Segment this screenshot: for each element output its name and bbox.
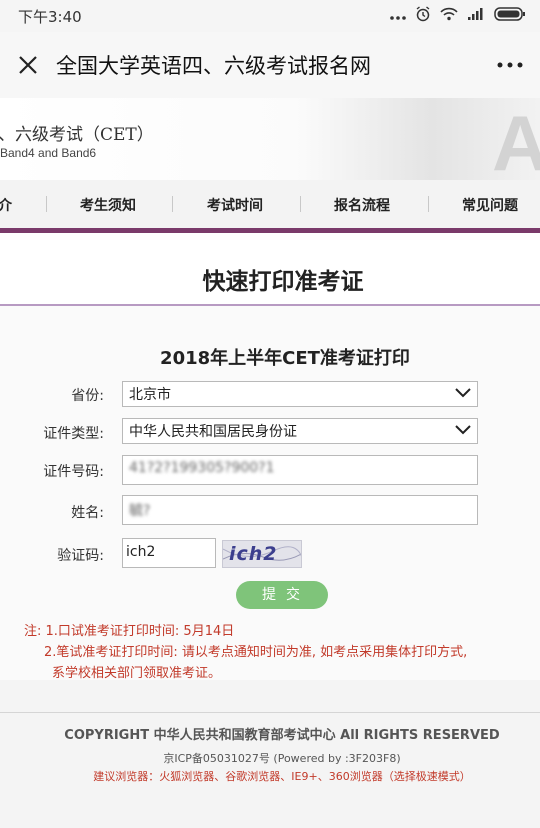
captcha-field[interactable]: ich2 xyxy=(122,538,216,568)
nav-divider xyxy=(428,196,429,212)
section-headline: 快速打印准考证 xyxy=(202,269,364,295)
nav-item-faq[interactable]: 常见问题 xyxy=(462,195,518,215)
alarm-icon xyxy=(415,6,431,26)
province-value: 北京市 xyxy=(129,387,171,403)
footer-divider xyxy=(0,712,540,713)
province-select[interactable]: 北京市 xyxy=(122,381,478,407)
note-line-2: 2.笔试准考证打印时间: 请以考点通知时间为准, 如考点采用集体打印方式, xyxy=(44,645,468,660)
captcha-value: ich2 xyxy=(126,544,156,560)
notes: 注: 1.口试准考证打印时间: 5月14日 2.笔试准考证打印时间: 请以考点通… xyxy=(24,621,540,684)
captcha-image[interactable]: ich2 xyxy=(222,540,302,568)
wifi-icon xyxy=(440,7,458,25)
status-bar: 下午3:40 xyxy=(0,0,540,32)
signal-icon xyxy=(467,7,485,25)
nav-divider xyxy=(46,196,47,212)
form-title: 2018年上半年CET准考证打印 xyxy=(160,348,410,369)
page-title: 全国大学英语四、六级考试报名网 xyxy=(56,54,371,78)
banner-logo: A xyxy=(492,99,540,180)
id-type-select[interactable]: 中华人民共和国居民身份证 xyxy=(122,418,478,444)
more-dots-icon xyxy=(390,7,406,25)
nav-item-intro[interactable]: 介 xyxy=(0,195,12,215)
nav-divider xyxy=(172,196,173,212)
province-label: 省份: xyxy=(71,388,104,404)
nav-divider xyxy=(300,196,301,212)
banner-subtitle: Band4 and Band6 xyxy=(0,146,97,160)
banner-title: 、六级考试（CET） xyxy=(0,125,154,145)
id-number-value: 41?2?199305?900?1 xyxy=(129,460,275,476)
nav-item-notice[interactable]: 考生须知 xyxy=(80,195,136,215)
more-icon[interactable] xyxy=(480,32,540,98)
main-nav: 介 考生须知 考试时间 报名流程 常见问题 xyxy=(0,180,540,228)
nav-item-process[interactable]: 报名流程 xyxy=(334,195,390,215)
captcha-image-text: ich2 xyxy=(229,543,278,565)
submit-button[interactable]: 提交 xyxy=(236,581,328,609)
chevron-down-icon xyxy=(455,386,471,402)
nav-item-exam-time[interactable]: 考试时间 xyxy=(207,195,263,215)
footer-copyright: COPYRIGHT 中华人民共和国教育部考试中心 All RIGHTS RESE… xyxy=(64,728,500,743)
title-bar: 全国大学英语四、六级考试报名网 xyxy=(0,32,540,98)
captcha-label: 验证码: xyxy=(57,548,104,564)
name-field[interactable]: 毓? xyxy=(122,495,478,525)
id-type-value: 中华人民共和国居民身份证 xyxy=(129,424,297,440)
battery-icon xyxy=(494,7,526,25)
id-number-label: 证件号码: xyxy=(43,464,104,480)
status-time: 下午3:40 xyxy=(18,7,82,26)
footer-icp: 京ICP备05031027号 (Powered by :3F203F8) xyxy=(163,752,401,765)
id-type-label: 证件类型: xyxy=(43,426,104,442)
footer-browser-tip: 建议浏览器：火狐浏览器、谷歌浏览器、IE9+、360浏览器（选择极速模式） xyxy=(93,770,471,783)
chevron-down-icon xyxy=(455,423,471,439)
name-label: 姓名: xyxy=(71,505,104,521)
site-banner: 、六级考试（CET） Band4 and Band6 A xyxy=(0,98,540,180)
close-icon[interactable] xyxy=(0,32,56,98)
name-value: 毓? xyxy=(129,503,151,519)
status-icons xyxy=(390,6,526,26)
note-line-1: 注: 1.口试准考证打印时间: 5月14日 xyxy=(24,624,235,639)
id-number-field[interactable]: 41?2?199305?900?1 xyxy=(122,455,478,485)
footer: COPYRIGHT 中华人民共和国教育部考试中心 All RIGHTS RESE… xyxy=(0,680,540,828)
